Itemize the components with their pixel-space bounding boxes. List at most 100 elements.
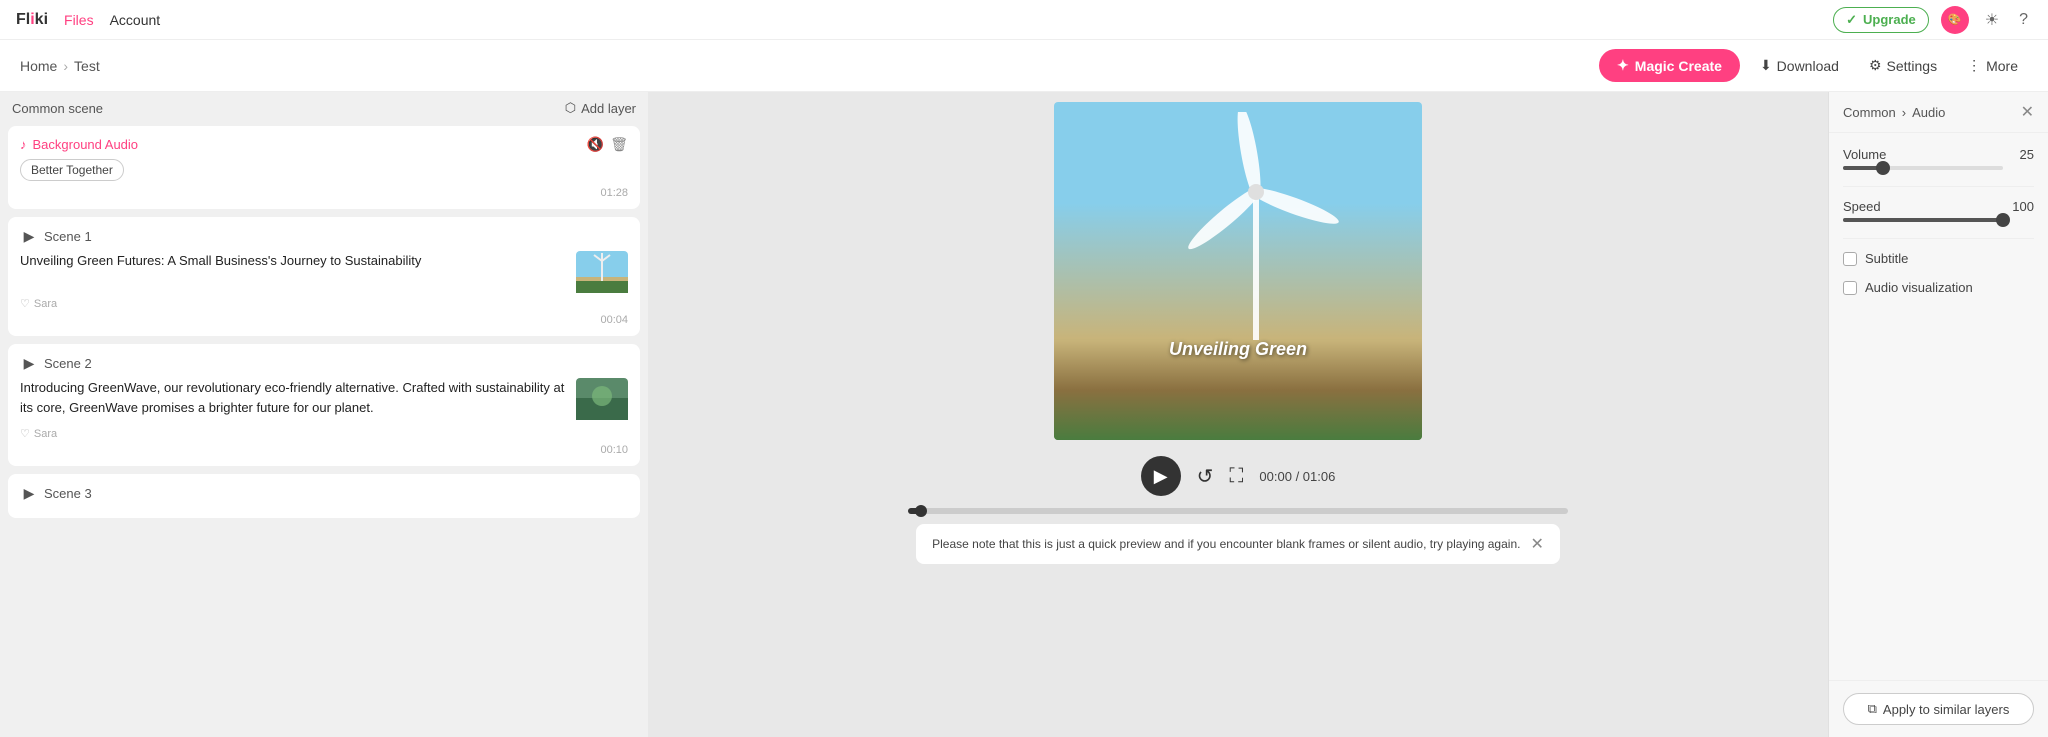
audio-viz-label: Audio visualization	[1865, 280, 1973, 295]
logo: Fliki	[16, 11, 48, 29]
common-scene-title: Common scene	[12, 101, 103, 116]
download-button[interactable]: ⬇ Download	[1750, 51, 1849, 80]
breadcrumb-actions: ✦ Magic Create ⬇ Download ⚙ Settings ⋮ M…	[1599, 49, 2028, 82]
nav-files[interactable]: Files	[64, 12, 94, 28]
background-audio-card: ♪ Background Audio 🔇 🗑 Better Together 0…	[8, 126, 640, 209]
scene-2-card: ▶ Scene 2 Introducing GreenWave, our rev…	[8, 344, 640, 466]
main-layout: Common scene ⬡ Add layer ♪ Background Au…	[0, 92, 2048, 737]
settings-button[interactable]: ⚙ Settings	[1859, 51, 1947, 80]
more-button[interactable]: ⋮ More	[1957, 51, 2028, 80]
scene-2-thumbnail	[576, 378, 628, 423]
theme-toggle-button[interactable]: ☀	[1981, 6, 2003, 34]
breadcrumb-project[interactable]: Test	[74, 58, 100, 74]
speed-value: 100	[2012, 199, 2034, 214]
scene-2-title: Scene 2	[44, 356, 92, 371]
speed-thumb[interactable]	[1996, 213, 2010, 227]
nav-left: Fliki Files Account	[16, 11, 160, 29]
apply-similar-button[interactable]: ⧉ Apply to similar layers	[1843, 693, 2034, 725]
video-overlay-text: Unveiling Green	[1169, 339, 1307, 360]
avatar[interactable]: 🎨	[1941, 6, 1969, 34]
volume-thumb[interactable]	[1876, 161, 1890, 175]
music-icon: ♪	[20, 137, 27, 152]
common-scene-header: Common scene ⬡ Add layer	[0, 92, 648, 122]
top-nav: Fliki Files Account ✓ Upgrade 🎨 ☀ ?	[0, 0, 2048, 40]
subtitle-checkbox[interactable]	[1843, 252, 1857, 266]
left-panel: Common scene ⬡ Add layer ♪ Background Au…	[0, 92, 648, 737]
scene-1-body: Unveiling Green Futures: A Small Busines…	[20, 251, 628, 293]
person-icon: ♡	[20, 297, 30, 310]
bg-audio-label: ♪ Background Audio	[20, 137, 138, 152]
fullscreen-button[interactable]: ⛶	[1229, 465, 1243, 488]
volume-row: Volume 25	[1843, 147, 2034, 170]
replay-button[interactable]: ↺	[1197, 464, 1214, 489]
scene-1-time: 00:04	[20, 314, 628, 326]
scene-2-header: ▶ Scene 2	[20, 354, 628, 372]
scene-1-play-button[interactable]: ▶	[20, 227, 38, 245]
breadcrumb-bar: Home › Test ✦ Magic Create ⬇ Download ⚙ …	[0, 40, 2048, 92]
upgrade-button[interactable]: ✓ Upgrade	[1833, 7, 1929, 33]
audio-viz-checkbox[interactable]	[1843, 281, 1857, 295]
person-icon-2: ♡	[20, 427, 30, 440]
speed-slider[interactable]	[1843, 218, 2003, 222]
nav-right: ✓ Upgrade 🎨 ☀ ?	[1833, 6, 2032, 34]
scene-1-header: ▶ Scene 1	[20, 227, 628, 245]
download-icon: ⬇	[1760, 57, 1772, 74]
right-content: Volume 25 Speed 100	[1829, 133, 2048, 680]
help-button[interactable]: ?	[2015, 7, 2032, 33]
panel-close-button[interactable]: ✕	[2021, 102, 2034, 122]
right-header: Common › Audio ✕	[1829, 92, 2048, 133]
timeline[interactable]	[908, 508, 1568, 514]
scene-2-text: Introducing GreenWave, our revolutionary…	[20, 378, 568, 417]
volume-value: 25	[2020, 147, 2034, 162]
copy-icon: ⧉	[1868, 701, 1877, 717]
divider-1	[1843, 186, 2034, 187]
notice-close-button[interactable]: ✕	[1530, 534, 1543, 554]
scene-2-time: 00:10	[20, 444, 628, 456]
ellipsis-icon: ⋮	[1967, 57, 1981, 74]
delete-button[interactable]: 🗑	[610, 136, 628, 153]
scene-2-author: ♡ Sara	[20, 427, 628, 440]
speed-row: Speed 100	[1843, 199, 2034, 222]
time-display: 00:00 / 01:06	[1259, 469, 1335, 484]
breadcrumb-home[interactable]: Home	[20, 58, 57, 74]
add-layer-label: Add layer	[581, 101, 636, 116]
speed-label: Speed	[1843, 199, 1881, 214]
layer-actions: 🔇 🗑	[587, 136, 628, 153]
magic-create-button[interactable]: ✦ Magic Create	[1599, 49, 1740, 82]
mute-button[interactable]: 🔇	[587, 136, 604, 153]
gear-icon: ⚙	[1869, 57, 1882, 74]
right-breadcrumb: Common › Audio	[1843, 105, 1945, 120]
magic-icon: ✦	[1617, 57, 1629, 74]
preview-notice: Please note that this is just a quick pr…	[916, 524, 1560, 564]
audio-viz-row: Audio visualization	[1843, 280, 2034, 295]
breadcrumb-sep: ›	[63, 58, 68, 74]
right-bc-common[interactable]: Common	[1843, 105, 1896, 120]
timeline-scrubber[interactable]	[915, 505, 927, 517]
scene-3-play-button[interactable]: ▶	[20, 484, 38, 502]
add-layer-button[interactable]: ⬡ Add layer	[565, 100, 636, 116]
breadcrumb: Home › Test	[20, 58, 100, 74]
center-panel: Unveiling Green ▶ ↺ ⛶ 00:00 / 01:06 Plea…	[648, 92, 1828, 737]
scene-3-title: Scene 3	[44, 486, 92, 501]
volume-prop: Volume 25	[1843, 147, 2034, 162]
video-preview: Unveiling Green	[1054, 102, 1422, 440]
audio-tag[interactable]: Better Together	[20, 159, 124, 181]
layer-header: ♪ Background Audio 🔇 🗑	[20, 136, 628, 153]
play-pause-button[interactable]: ▶	[1141, 456, 1181, 496]
add-layer-icon: ⬡	[565, 100, 576, 116]
nav-account[interactable]: Account	[110, 12, 161, 28]
video-frame: Unveiling Green	[1054, 102, 1422, 440]
scene-3-card: ▶ Scene 3	[8, 474, 640, 518]
magic-label: Magic Create	[1635, 58, 1722, 74]
scene-1-title: Scene 1	[44, 229, 92, 244]
subtitle-label: Subtitle	[1865, 251, 1908, 266]
right-bc-audio[interactable]: Audio	[1912, 105, 1945, 120]
notice-text: Please note that this is just a quick pr…	[932, 537, 1520, 551]
scene-1-text: Unveiling Green Futures: A Small Busines…	[20, 251, 568, 271]
volume-slider[interactable]	[1843, 166, 2003, 170]
audio-duration: 01:28	[20, 187, 628, 199]
divider-2	[1843, 238, 2034, 239]
scene-2-play-button[interactable]: ▶	[20, 354, 38, 372]
scene-3-header: ▶ Scene 3	[20, 484, 628, 502]
speed-prop: Speed 100	[1843, 199, 2034, 214]
